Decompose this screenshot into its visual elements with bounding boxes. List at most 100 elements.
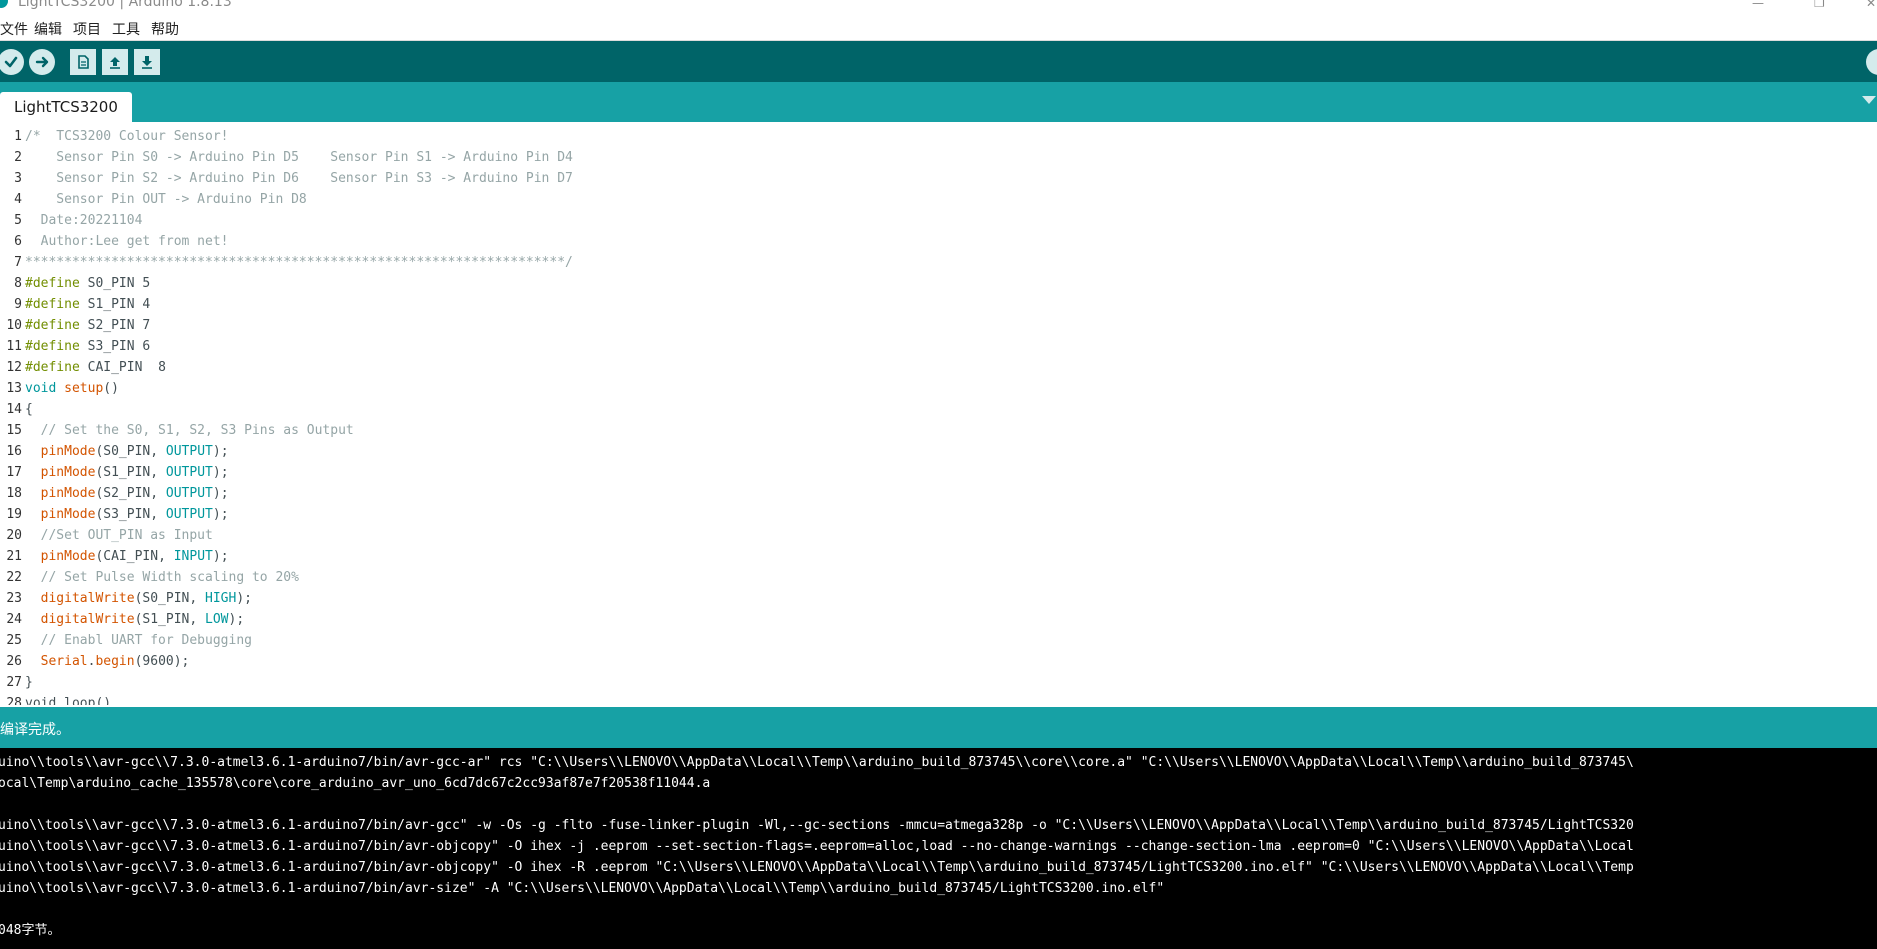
code-token: digitalWrite [40,591,135,606]
code-area[interactable]: /* TCS3200 Colour Sensor! Sensor Pin S0 … [25,126,1877,705]
code-token: OUTPUT [165,486,213,501]
code-token: ****************************************… [25,255,573,270]
line-number: 16 [6,444,22,459]
code-line[interactable]: Date:20221104 [25,210,1877,231]
line-number: 9 [14,297,22,312]
menu-project[interactable]: 项目 [73,19,101,39]
code-token: pinMode [40,549,96,564]
line-number: 1 [14,129,22,144]
code-line[interactable]: pinMode(S1_PIN, OUTPUT); [25,462,1877,483]
code-token: #define [25,339,80,354]
line-number: 8 [14,276,22,291]
menu-bar: 文件 编辑 项目 工具 帮助 [0,16,1877,41]
code-token: S1_PIN 4 [79,297,151,312]
new-sketch-icon [78,55,89,69]
code-line[interactable]: // Enabl UART for Debugging [25,630,1877,651]
verify-button[interactable] [0,49,24,75]
code-line[interactable]: } [25,672,1877,693]
code-token: #define [25,276,80,291]
code-line[interactable]: ****************************************… [25,252,1877,273]
code-line[interactable]: Serial.begin(9600); [25,651,1877,672]
code-token: pinMode [40,507,96,522]
code-token: (9600); [134,654,190,669]
tab-menu-icon[interactable] [1862,96,1876,104]
code-token: Sensor Pin S2 -> Arduino Pin D6 Sensor P… [25,171,573,186]
code-token: ); [212,549,229,564]
code-line[interactable]: #define CAI_PIN 8 [25,357,1877,378]
line-number: 27 [6,675,22,690]
save-arrow-down-icon [142,56,152,69]
code-line[interactable]: digitalWrite(S1_PIN, LOW); [25,609,1877,630]
code-line[interactable]: pinMode(S2_PIN, OUTPUT); [25,483,1877,504]
code-token: setup [64,381,104,396]
line-number: 3 [14,171,22,186]
code-token: ); [236,591,252,606]
code-line[interactable]: #define S1_PIN 4 [25,294,1877,315]
code-line[interactable]: digitalWrite(S0_PIN, HIGH); [25,588,1877,609]
line-number: 22 [6,570,22,585]
code-token: begin [95,654,135,669]
minimize-button[interactable]: — [1752,0,1764,10]
upload-button[interactable] [29,49,55,75]
code-line[interactable]: // Set the S0, S1, S2, S3 Pins as Output [25,420,1877,441]
line-number: 4 [14,192,22,207]
save-button[interactable] [134,49,160,75]
code-line[interactable]: #define S2_PIN 7 [25,315,1877,336]
code-line[interactable]: #define S0_PIN 5 [25,273,1877,294]
code-line[interactable]: #define S3_PIN 6 [25,336,1877,357]
open-button[interactable] [102,49,128,75]
code-token: Author:Lee get from net! [25,234,229,249]
tab-lighttcs3200[interactable]: LightTCS3200 [0,92,132,122]
line-number-gutter: 1 2 3 4 5 6 7 8 9 10 11 12 13 14 15 16 17 18 19 20 21 22 23 24 2… [0,126,22,705]
line-number: 11 [6,339,22,354]
code-token: /* TCS3200 Colour Sensor! [25,129,229,144]
code-line[interactable]: Author:Lee get from net! [25,231,1877,252]
new-button[interactable] [70,49,96,75]
code-line[interactable]: pinMode(S0_PIN, OUTPUT); [25,441,1877,462]
code-line[interactable]: void setup() [25,378,1877,399]
arrow-right-icon [35,56,49,68]
code-token: (S3_PIN, [95,507,166,522]
serial-monitor-button[interactable] [1866,49,1877,75]
code-line[interactable]: pinMode(CAI_PIN, INPUT); [25,546,1877,567]
code-line[interactable]: Sensor Pin OUT -> Arduino Pin D8 [25,189,1877,210]
status-bar: 编译完成。 [0,707,1877,748]
open-arrow-up-icon [110,57,120,69]
code-line[interactable]: Sensor Pin S0 -> Arduino Pin D5 Sensor P… [25,147,1877,168]
line-number: 2 [14,150,22,165]
code-line[interactable]: //Set OUT_PIN as Input [25,525,1877,546]
maximize-button[interactable]: ❐ [1814,0,1825,10]
menu-tools[interactable]: 工具 [112,19,140,39]
tab-bar: LightTCS3200 [0,82,1877,122]
code-line[interactable]: // Set Pulse Width scaling to 20% [25,567,1877,588]
title-bar: LightTCS3200 | Arduino 1.8.13 — ❐ ✕ [0,0,1877,14]
code-line[interactable]: void loop() [25,693,1877,705]
code-token: OUTPUT [165,444,213,459]
code-line[interactable]: Sensor Pin S2 -> Arduino Pin D6 Sensor P… [25,168,1877,189]
menu-file[interactable]: 文件 [0,19,28,39]
console-line: 048字节。 [0,923,61,938]
code-line[interactable]: pinMode(S3_PIN, OUTPUT); [25,504,1877,525]
menu-edit[interactable]: 编辑 [34,19,62,39]
checkmark-icon [4,56,18,68]
line-number: 25 [6,633,22,648]
menu-help[interactable]: 帮助 [151,19,179,39]
close-button[interactable]: ✕ [1866,0,1876,10]
code-token: (CAI_PIN, [95,549,174,564]
code-editor[interactable]: 1 2 3 4 5 6 7 8 9 10 11 12 13 14 15 16 17 18 19 20 21 22 23 24 2… [0,126,1877,705]
console-output[interactable]: uino\\tools\\avr-gcc\\7.3.0-atmel3.6.1-a… [0,748,1877,949]
code-token: pinMode [40,465,96,480]
code-token: // Set Pulse Width scaling to 20% [25,570,299,585]
console-line: uino\\tools\\avr-gcc\\7.3.0-atmel3.6.1-a… [0,839,1634,854]
code-line[interactable]: { [25,399,1877,420]
status-message: 编译完成。 [0,722,70,738]
code-token: INPUT [173,549,213,564]
code-token: // Set the S0, S1, S2, S3 Pins as Output [25,423,354,438]
code-line[interactable]: /* TCS3200 Colour Sensor! [25,126,1877,147]
line-number: 20 [6,528,22,543]
